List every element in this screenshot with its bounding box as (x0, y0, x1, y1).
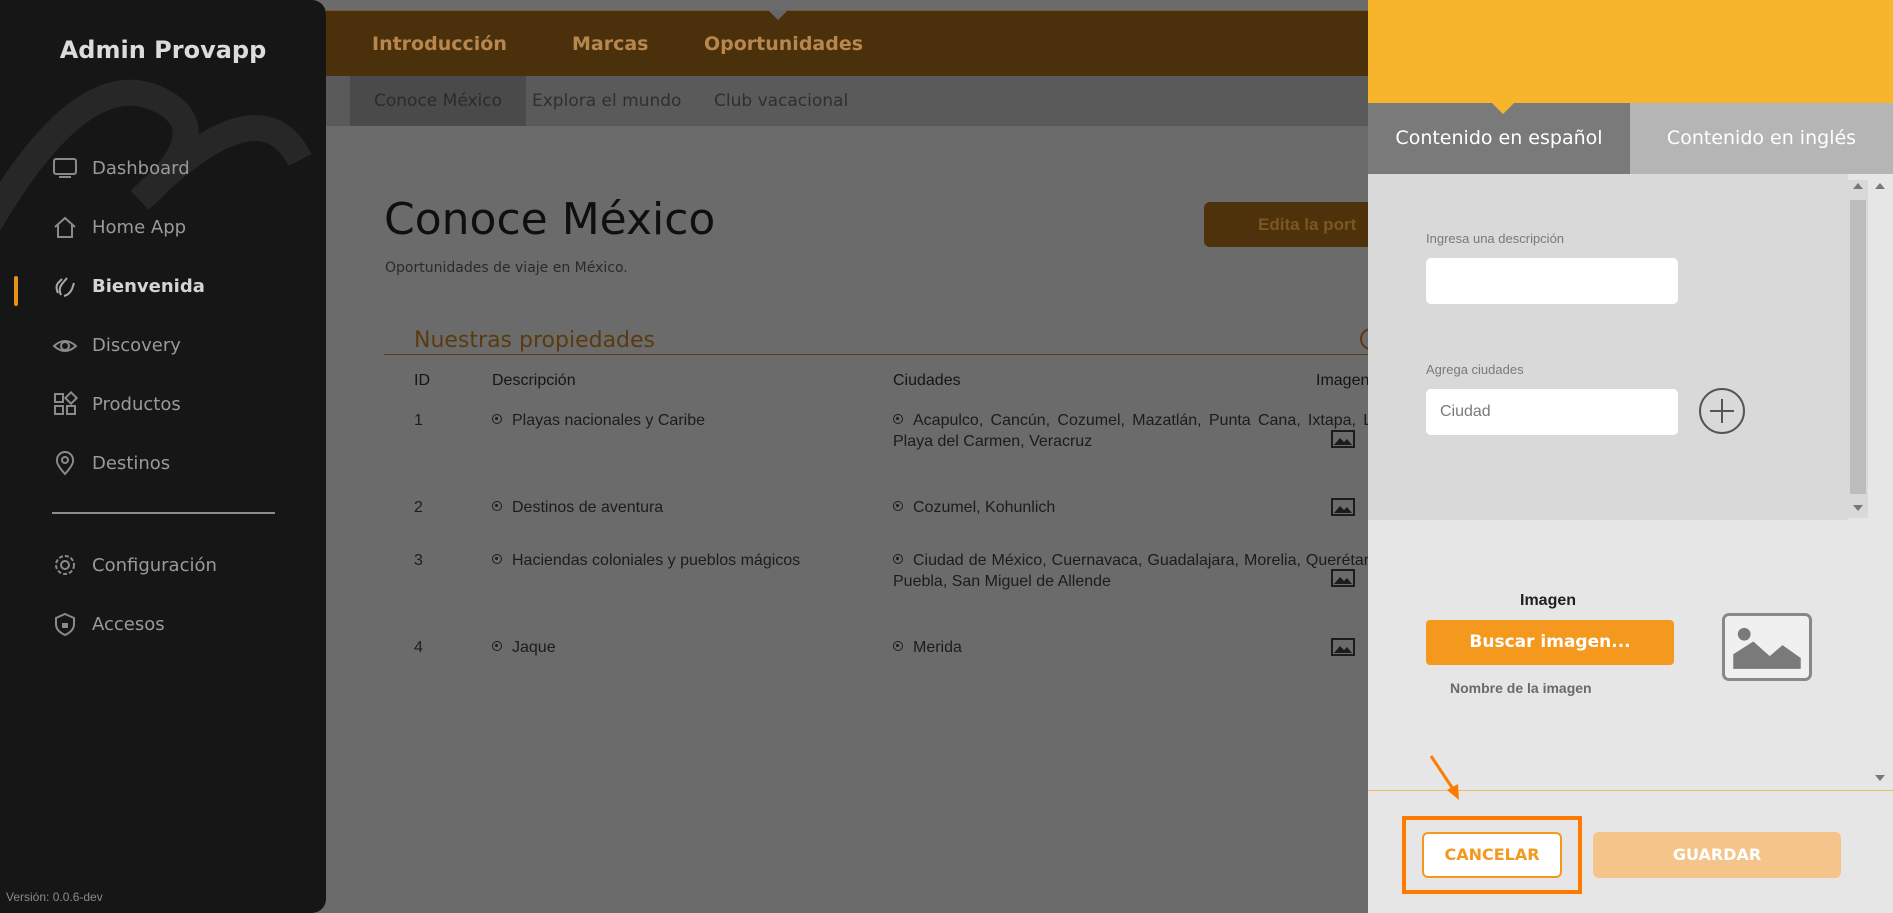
column-header-cities: Ciudades (893, 372, 961, 389)
wave-hand-icon (52, 273, 78, 299)
add-city-button[interactable] (1699, 388, 1745, 434)
column-header-description: Descripción (492, 372, 576, 389)
description-input[interactable] (1426, 258, 1678, 304)
active-tab-caret (768, 10, 788, 20)
sidebar-item-configuracion[interactable]: Configuración (52, 545, 217, 585)
subtab-club-vacacional[interactable]: Club vacacional (690, 76, 872, 126)
gear-icon (52, 552, 78, 578)
sidebar-item-label: Home App (92, 216, 187, 238)
table-row-id: 3 (414, 552, 423, 569)
sidebar-item-label: Accesos (92, 613, 165, 635)
location-pin-icon (52, 450, 78, 476)
sidebar-item-dashboard[interactable]: Dashboard (52, 148, 190, 188)
tab-content-english[interactable]: Contenido en inglés (1630, 103, 1893, 174)
table-row-description: Destinos de aventura (492, 497, 663, 518)
image-label: Imagen (1520, 592, 1577, 609)
scrollbar-thumb[interactable] (1850, 200, 1866, 494)
bullet-icon (492, 414, 502, 424)
sidebar-item-destinos[interactable]: Destinos (52, 443, 170, 483)
sidebar-item-productos[interactable]: Productos (52, 384, 181, 424)
sidebar-item-label: Configuración (92, 554, 217, 576)
bullet-icon (893, 641, 903, 651)
image-thumbnail-icon[interactable] (1331, 498, 1355, 516)
table-row-cities: Merida (893, 637, 1447, 658)
top-navigation: Introducción Marcas Oportunidades (326, 10, 1368, 76)
image-placeholder-icon (1722, 613, 1812, 681)
table-row-id: 2 (414, 499, 423, 516)
page-subtitle: Oportunidades de viaje en México. (385, 260, 628, 276)
section-divider (384, 354, 1368, 355)
highlight-annotation (1402, 816, 1582, 894)
grid-icon (52, 391, 78, 417)
table-row-id: 4 (414, 639, 423, 656)
sidebar-item-home-app[interactable]: Home App (52, 207, 186, 247)
scroll-down-icon[interactable] (1875, 775, 1885, 781)
column-header-id: ID (414, 372, 430, 389)
bullet-icon (893, 554, 903, 564)
arrow-annotation-icon (1429, 755, 1459, 800)
table-row-cities: Acapulco, Cancún, Cozumel, Mazatlán, Pun… (893, 412, 1447, 450)
sidebar-item-label: Dashboard (92, 157, 190, 179)
home-icon (52, 214, 78, 240)
sidebar-item-label: Bienvenida (92, 275, 205, 297)
sidebar-divider (52, 512, 275, 514)
column-header-image: Imagen (1316, 372, 1370, 389)
table-row-cities: Cozumel, Kohunlich (893, 497, 1447, 518)
sidebar-item-label: Discovery (92, 334, 181, 356)
sidebar: Admin Provapp Dashboard Home App Bienven… (0, 0, 326, 913)
active-indicator (14, 276, 18, 306)
scroll-up-icon[interactable] (1853, 183, 1863, 189)
version-label: Versión: 0.0.6-dev (6, 890, 103, 904)
bullet-icon (492, 501, 502, 511)
monitor-icon (52, 155, 78, 181)
browse-image-button[interactable]: Buscar imagen... (1426, 620, 1674, 665)
scroll-up-icon[interactable] (1875, 183, 1885, 189)
table-row-id: 1 (414, 412, 423, 429)
sidebar-item-accesos[interactable]: Accesos (52, 604, 165, 644)
scroll-down-icon[interactable] (1853, 505, 1863, 511)
app-title: Admin Provapp (59, 36, 267, 64)
image-thumbnail-icon[interactable] (1331, 569, 1355, 587)
image-thumbnail-icon[interactable] (1331, 430, 1355, 448)
sub-navigation: Conoce México Explora el mundo Club vaca… (326, 76, 1368, 126)
table-row-description: Jaque (492, 637, 556, 658)
sidebar-item-discovery[interactable]: Discovery (52, 325, 181, 365)
page-title: Conoce México (384, 194, 716, 245)
table-row-description: Playas nacionales y Caribe (492, 410, 705, 431)
shield-lock-icon (52, 611, 78, 637)
sidebar-item-label: Productos (92, 393, 181, 415)
image-thumbnail-icon[interactable] (1331, 638, 1355, 656)
bullet-icon (893, 414, 903, 424)
save-button[interactable]: GUARDAR (1593, 832, 1841, 878)
tab-introduccion[interactable]: Introducción (372, 33, 507, 55)
active-tab-caret (1492, 103, 1514, 114)
table-row-cities: Ciudad de México, Cuernavaca, Guadalajar… (893, 552, 1447, 590)
eye-icon (52, 332, 78, 358)
cities-label: Agrega ciudades (1426, 362, 1524, 377)
subtab-conoce-mexico[interactable]: Conoce México (350, 76, 527, 126)
tab-marcas[interactable]: Marcas (572, 33, 649, 55)
sidebar-item-bienvenida[interactable]: Bienvenida (52, 266, 205, 306)
section-title: Nuestras propiedades (414, 328, 656, 353)
panel-header (1368, 0, 1893, 103)
sidebar-item-label: Destinos (92, 452, 171, 474)
table-row-description: Haciendas coloniales y pueblos mágicos (492, 550, 800, 571)
city-input[interactable] (1426, 389, 1678, 435)
tab-oportunidades[interactable]: Oportunidades (704, 33, 863, 55)
form-area: Ingresa una descripción Agrega ciudades (1368, 174, 1848, 520)
bullet-icon (492, 554, 502, 564)
bullet-icon (893, 501, 903, 511)
subtab-explora-el-mundo[interactable]: Explora el mundo (508, 76, 705, 126)
bullet-icon (492, 641, 502, 651)
image-name-label: Nombre de la imagen (1450, 680, 1592, 696)
description-label: Ingresa una descripción (1426, 231, 1565, 246)
